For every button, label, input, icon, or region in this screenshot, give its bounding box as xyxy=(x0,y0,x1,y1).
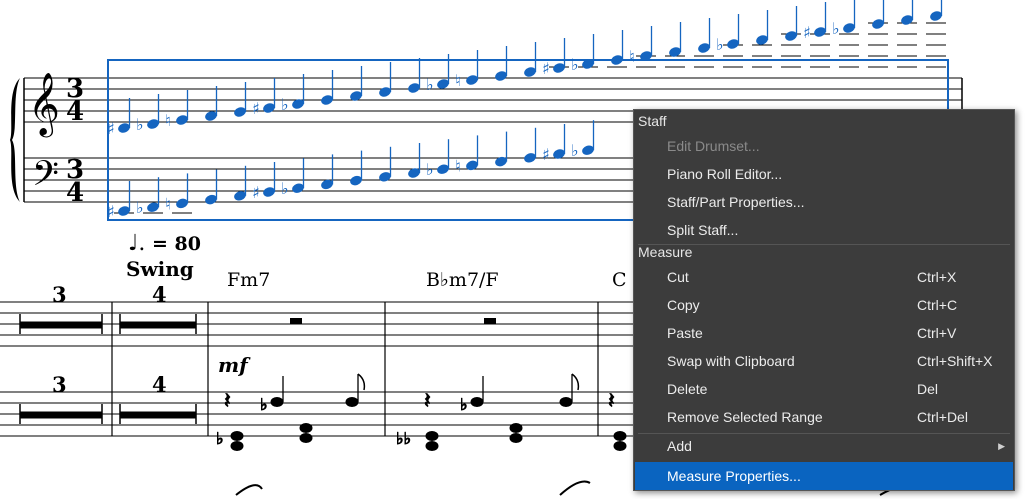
tempo-marking-note: ♩. xyxy=(128,231,145,256)
accidental: ♭ xyxy=(136,198,144,217)
menu-item-label: Split Staff... xyxy=(667,222,739,238)
accidental: ♭ xyxy=(281,95,289,114)
menu-item-swap-with-clipboard[interactable]: Swap with Clipboard Ctrl+Shift+X xyxy=(635,347,1013,375)
accidental: ♮ xyxy=(455,71,461,90)
chord-symbol[interactable]: C xyxy=(612,269,627,291)
svg-text:♭: ♭ xyxy=(460,395,468,414)
menu-item-shortcut: Ctrl+C xyxy=(917,297,958,313)
tempo-marking: = 80 xyxy=(152,233,201,255)
treble-clef: 𝄞 xyxy=(28,72,60,138)
accidental: ♯ xyxy=(542,145,550,164)
accidental: ♮ xyxy=(455,156,461,175)
menu-item-shortcut: Del xyxy=(917,381,939,397)
menu-item-label: Remove Selected Range xyxy=(667,409,823,425)
menu-item-shortcut: Ctrl+Shift+X xyxy=(917,353,993,369)
time-sig-upper-den: 4 xyxy=(66,97,84,127)
menu-item-delete[interactable]: Delete Del xyxy=(635,375,1013,403)
menu-item-label: Piano Roll Editor... xyxy=(667,166,783,182)
accidental: ♮ xyxy=(165,111,171,130)
menu-item-piano-roll-editor[interactable]: Piano Roll Editor... xyxy=(635,160,1013,188)
menu-item-staff-part-properties[interactable]: Staff/Part Properties... xyxy=(635,188,1013,216)
multirest-count: 3 xyxy=(52,282,67,307)
bass-clef: 𝄢 xyxy=(32,153,59,202)
selected-notes-bass[interactable]: ♯ ♭ ♮ ♯ ♭ ♭ ♮ ♯ ♭ xyxy=(107,120,595,221)
accidental: ♯ xyxy=(107,202,115,221)
accidental: ♮ xyxy=(165,194,171,213)
menu-item-label: Measure Properties... xyxy=(667,468,801,484)
menu-item-shortcut: Ctrl+X xyxy=(917,269,957,285)
menu-item-label: Delete xyxy=(667,381,708,397)
accidental: ♮ xyxy=(629,47,635,66)
accidental: ♭ xyxy=(426,160,434,179)
menu-item-label: Paste xyxy=(667,325,703,341)
menu-item-edit-drumset: Edit Drumset... xyxy=(635,132,1013,160)
menu-item-label: Swap with Clipboard xyxy=(667,353,795,369)
accidental: ♭ xyxy=(571,55,579,74)
menu-item-measure-properties[interactable]: Measure Properties... xyxy=(635,462,1013,490)
accidental: ♭ xyxy=(571,141,579,160)
dynamic-marking: mf xyxy=(218,353,251,377)
menu-separator xyxy=(638,244,1010,245)
svg-text:𝄽: 𝄽 xyxy=(608,389,615,414)
menu-item-add[interactable]: Add ▶ xyxy=(635,432,1013,460)
accidental: ♯ xyxy=(803,23,811,42)
multimeasure-rests xyxy=(19,314,197,424)
menu-item-remove-selected-range[interactable]: Remove Selected Range Ctrl+Del xyxy=(635,403,1013,431)
svg-text:♭♭: ♭♭ xyxy=(396,429,411,448)
menu-section-measure: Measure xyxy=(638,244,693,260)
accidental: ♭ xyxy=(136,115,144,134)
menu-item-shortcut: Ctrl+Del xyxy=(917,409,968,425)
accidental: ♭ xyxy=(716,35,724,54)
chord-symbol[interactable]: Fm7 xyxy=(227,269,270,291)
accidental: ♯ xyxy=(252,99,260,118)
svg-text:𝄽: 𝄽 xyxy=(424,389,431,414)
menu-item-paste[interactable]: Paste Ctrl+V xyxy=(635,319,1013,347)
submenu-arrow-icon: ▶ xyxy=(998,441,1005,451)
svg-text:♭: ♭ xyxy=(216,429,224,448)
svg-text:𝄽: 𝄽 xyxy=(224,389,231,414)
multirest-count: 4 xyxy=(152,372,167,397)
menu-item-split-staff[interactable]: Split Staff... xyxy=(635,216,1013,244)
menu-item-label: Staff/Part Properties... xyxy=(667,194,805,210)
accidental: ♯ xyxy=(252,183,260,202)
menu-item-label: Cut xyxy=(667,269,689,285)
grand-staff-brace xyxy=(10,78,20,202)
menu-item-cut[interactable]: Cut Ctrl+X xyxy=(635,263,1013,291)
accidental: ♭ xyxy=(281,179,289,198)
accidental: ♯ xyxy=(542,59,550,78)
menu-item-label: Add xyxy=(667,438,692,454)
accidental: ♯ xyxy=(107,119,115,138)
menu-item-shortcut: Ctrl+V xyxy=(917,325,957,341)
whole-rest xyxy=(290,318,302,324)
multirest-count: 3 xyxy=(52,372,67,397)
chord-symbol[interactable]: B♭m7/F xyxy=(426,269,499,291)
accidental: ♭ xyxy=(426,75,434,94)
svg-text:♭: ♭ xyxy=(260,395,268,414)
style-text: Swing xyxy=(126,257,194,281)
accidental: ♭ xyxy=(832,19,840,38)
time-sig-lower-den: 4 xyxy=(66,178,84,208)
left-hand-notes: 𝄽 ♭ ♭ 𝄽 ♭ ♭♭ 𝄽 xyxy=(216,373,627,451)
menu-item-label: Edit Drumset... xyxy=(667,138,760,154)
menu-item-copy[interactable]: Copy Ctrl+C xyxy=(635,291,1013,319)
whole-rest xyxy=(484,318,496,324)
context-menu: Staff Edit Drumset... Piano Roll Editor.… xyxy=(633,109,1015,491)
menu-section-staff: Staff xyxy=(638,113,667,129)
menu-item-label: Copy xyxy=(667,297,700,313)
multirest-count: 4 xyxy=(152,282,167,307)
